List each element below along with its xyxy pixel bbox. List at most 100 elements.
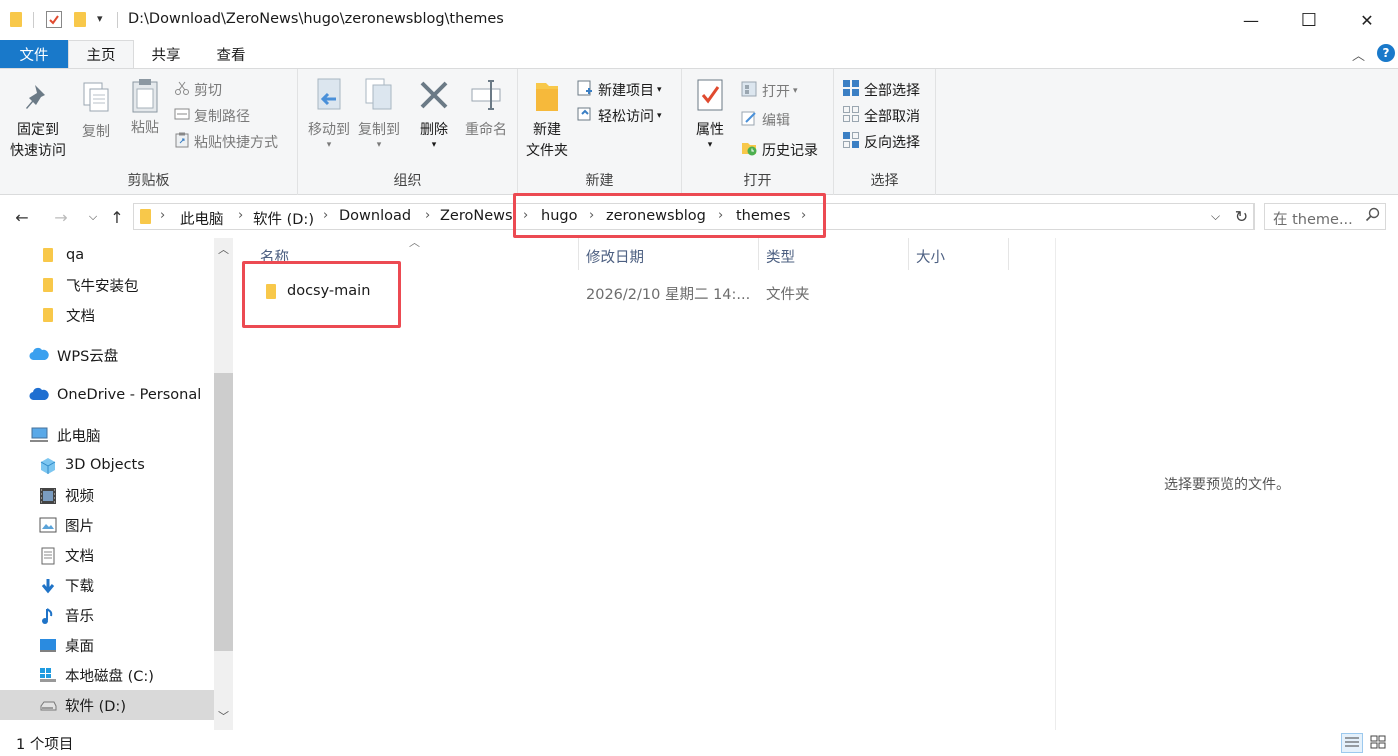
- tab-share[interactable]: 共享: [136, 40, 196, 68]
- pin-label-line1: 固定到: [17, 122, 59, 138]
- sidebar-scrollbar[interactable]: ︿ ﹀: [214, 238, 233, 730]
- copy-path-button[interactable]: 复制路径: [174, 106, 250, 126]
- edit-button[interactable]: 编辑: [740, 109, 790, 131]
- scroll-down-icon[interactable]: ﹀: [218, 708, 229, 724]
- scroll-up-icon[interactable]: ︿: [218, 241, 229, 257]
- sidebar-item-downloads[interactable]: 下载: [0, 570, 214, 600]
- sidebar-item-documents-folder[interactable]: 文档: [0, 300, 214, 330]
- rename-button[interactable]: 重命名: [460, 77, 512, 141]
- sidebar-item-3d-objects[interactable]: 3D Objects: [0, 450, 214, 480]
- breadcrumb-this-pc[interactable]: 此电脑: [180, 208, 224, 229]
- address-history-dropdown-icon[interactable]: ⌵: [1211, 209, 1220, 224]
- breadcrumb-zeronews[interactable]: ZeroNews: [440, 208, 513, 224]
- paste-shortcut-label: 粘贴快捷方式: [194, 135, 278, 151]
- select-none-button[interactable]: 全部取消: [842, 105, 920, 127]
- sidebar-item-drive-d[interactable]: 软件 (D:): [0, 690, 214, 720]
- up-button[interactable]: ↑: [104, 204, 130, 230]
- sidebar-item-music[interactable]: 音乐: [0, 600, 214, 630]
- select-all-button[interactable]: 全部选择: [842, 79, 920, 101]
- tab-home[interactable]: 主页: [68, 40, 134, 68]
- paste-shortcut-button[interactable]: 粘贴快捷方式: [174, 132, 278, 152]
- column-header-modified[interactable]: 修改日期: [586, 246, 644, 267]
- copy-to-icon: [362, 77, 396, 124]
- sidebar-item-label: 本地磁盘 (C:): [65, 668, 154, 685]
- sidebar-item-documents[interactable]: 文档: [0, 540, 214, 570]
- breadcrumb-separator-icon[interactable]: ›: [323, 208, 328, 223]
- pin-icon: [23, 81, 53, 120]
- column-divider[interactable]: [908, 238, 909, 270]
- rename-label: 重命名: [465, 122, 507, 138]
- open-button[interactable]: 打开 ▾: [740, 80, 798, 102]
- close-button[interactable]: ✕: [1338, 0, 1396, 40]
- tab-file[interactable]: 文件: [0, 40, 68, 68]
- document-icon: [39, 547, 57, 565]
- new-item-button[interactable]: 新建项目 ▾: [576, 79, 662, 101]
- pin-to-quick-access-button[interactable]: 固定到 快速访问: [4, 81, 72, 162]
- sidebar-item-label: 下载: [65, 578, 94, 595]
- sidebar-item-label: 音乐: [65, 608, 94, 625]
- sidebar-item-pictures[interactable]: 图片: [0, 510, 214, 540]
- customize-quick-access-icon[interactable]: ▾: [97, 12, 103, 25]
- cut-button[interactable]: 剪切: [174, 80, 222, 100]
- back-button[interactable]: ←: [9, 204, 35, 230]
- sidebar-item-label: 3D Objects: [65, 457, 145, 473]
- delete-button[interactable]: 删除 ▾: [414, 77, 454, 150]
- column-divider[interactable]: [1008, 238, 1009, 270]
- select-all-icon: [842, 79, 864, 101]
- invert-selection-button[interactable]: 反向选择: [842, 131, 920, 153]
- copy-button[interactable]: 复制: [76, 81, 116, 143]
- column-divider[interactable]: [758, 238, 759, 270]
- history-button[interactable]: 历史记录: [740, 139, 818, 161]
- properties-button[interactable]: 属性 ▾: [690, 77, 730, 150]
- large-icons-view-icon[interactable]: [1368, 733, 1390, 753]
- rename-icon: [469, 77, 503, 124]
- breadcrumb-separator-icon[interactable]: ›: [160, 208, 165, 223]
- recent-locations-button[interactable]: ⌵: [80, 204, 106, 230]
- breadcrumb-drive-d[interactable]: 软件 (D:): [253, 208, 314, 229]
- chevron-down-icon: ⌵: [88, 210, 98, 223]
- help-icon[interactable]: ?: [1377, 44, 1395, 62]
- minimize-icon: —: [1243, 10, 1259, 30]
- sidebar-item-this-pc[interactable]: 此电脑: [0, 420, 214, 450]
- minimize-button[interactable]: —: [1222, 0, 1280, 40]
- copy-to-button[interactable]: 复制到 ▾: [354, 77, 404, 150]
- column-header-type[interactable]: 类型: [766, 246, 795, 267]
- breadcrumb-download[interactable]: Download: [339, 208, 411, 224]
- sidebar-item-wps-cloud[interactable]: WPS云盘: [0, 340, 214, 370]
- refresh-button[interactable]: ↻: [1230, 203, 1254, 230]
- sidebar-item-feiniu[interactable]: 飞牛安装包: [0, 270, 214, 300]
- sidebar-item-videos[interactable]: 视频: [0, 480, 214, 510]
- breadcrumb-separator-icon[interactable]: ›: [238, 208, 243, 223]
- scrollbar-thumb[interactable]: [214, 373, 233, 651]
- copy-label: 复制: [82, 124, 110, 140]
- sidebar-item-qa[interactable]: qa: [0, 240, 214, 270]
- move-to-button[interactable]: 移动到 ▾: [304, 77, 354, 150]
- dropdown-arrow-icon: ▾: [657, 85, 662, 95]
- tab-view[interactable]: 查看: [201, 40, 261, 68]
- breadcrumb-separator-icon[interactable]: ›: [425, 208, 430, 223]
- sidebar-item-drive-c[interactable]: 本地磁盘 (C:): [0, 660, 214, 690]
- new-folder-quick-icon[interactable]: [74, 12, 86, 27]
- easy-access-button[interactable]: 轻松访问 ▾: [576, 105, 662, 127]
- maximize-button[interactable]: ☐: [1280, 0, 1338, 40]
- annotation-highlight-folder: [242, 261, 401, 328]
- column-divider[interactable]: [578, 238, 579, 270]
- search-box[interactable]: 在 theme...: [1264, 203, 1386, 230]
- open-group: 属性 ▾ 打开 ▾ 编辑 历史记录 打开: [682, 69, 834, 195]
- new-item-icon: [576, 79, 598, 101]
- collapse-ribbon-icon[interactable]: ︿: [1352, 45, 1365, 64]
- copy-icon: [80, 81, 112, 122]
- sidebar-item-label: WPS云盘: [57, 348, 119, 365]
- new-folder-button[interactable]: 新建 文件夹: [522, 77, 572, 162]
- invert-selection-label: 反向选择: [864, 135, 920, 151]
- details-view-icon[interactable]: [1341, 733, 1363, 753]
- history-label: 历史记录: [762, 143, 818, 159]
- paste-button[interactable]: 粘贴: [124, 77, 166, 139]
- sidebar-item-onedrive[interactable]: OneDrive - Personal: [0, 380, 214, 410]
- drive-icon: [39, 697, 57, 713]
- column-header-size[interactable]: 大小: [916, 246, 945, 267]
- ribbon: 固定到 快速访问 复制 粘贴 剪切 复制路径 粘贴快捷方式 剪贴板 移动到 ▾ …: [0, 68, 1398, 195]
- sidebar-item-desktop[interactable]: 桌面: [0, 630, 214, 660]
- properties-quick-icon[interactable]: [46, 11, 62, 28]
- forward-button[interactable]: →: [48, 204, 74, 230]
